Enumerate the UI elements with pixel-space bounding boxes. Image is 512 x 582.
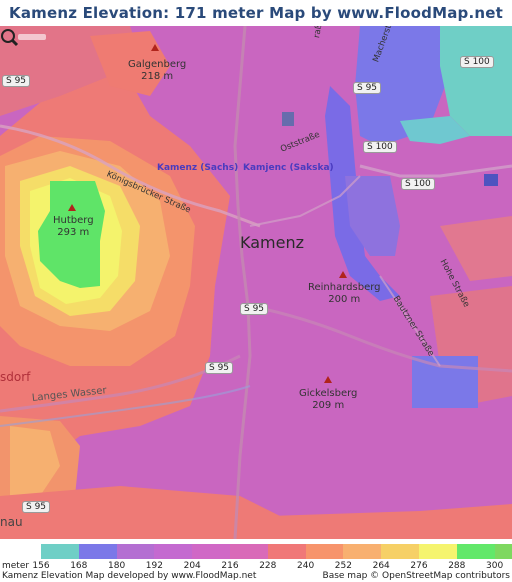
legend-tick: 288 [448, 561, 466, 571]
road-shield: S 95 [22, 501, 51, 513]
place-elevation: 209 m [312, 400, 345, 411]
legend-swatch [116, 544, 155, 559]
legend-tick: 240 [297, 561, 315, 571]
legend-tick: 300 [486, 561, 504, 571]
road-shield: S 95 [353, 82, 382, 94]
legend: meter 156 168 180 192 204 216 228 240 252 264 276 2… [0, 539, 512, 582]
legend-swatch [41, 544, 79, 559]
legend-swatch [381, 544, 419, 559]
road-shield: S 95 [2, 75, 31, 87]
legend-tick: 276 [410, 561, 428, 571]
legend-tick: 168 [70, 561, 88, 571]
road-shield: S 100 [460, 56, 494, 68]
peak-icon [68, 204, 76, 211]
legend-tick: 228 [259, 561, 277, 571]
legend-unit: meter [2, 561, 30, 571]
place-reinhardsberg: Reinhardsberg 200 m [308, 282, 381, 306]
place-hutberg: Hutberg 293 m [53, 215, 94, 239]
legend-swatch [229, 544, 268, 559]
credits: Kamenz Elevation Map developed by www.Fl… [0, 571, 512, 582]
legend-tick: 156 [32, 561, 50, 571]
road-shield: S 95 [240, 303, 269, 315]
legend-swatch [418, 544, 457, 559]
legend-tick: 192 [145, 561, 163, 571]
credit-left: Kamenz Elevation Map developed by www.Fl… [2, 571, 257, 581]
station-label: Kamenz (Sachs) [157, 163, 239, 173]
legend-swatches [41, 544, 512, 559]
legend-swatch [343, 544, 382, 559]
legend-tick: 180 [108, 561, 126, 571]
place-gickelsberg: Gickelsberg 209 m [299, 388, 357, 412]
place-label: nau [0, 515, 23, 529]
openstreetmap-logo-icon [1, 29, 46, 47]
road-shield: S 100 [401, 178, 435, 190]
place-name: Reinhardsberg [308, 282, 381, 293]
legend-tick: 204 [183, 561, 201, 571]
legend-swatch [267, 544, 306, 559]
station-label: Kamjenc (Sakska) [243, 163, 334, 173]
credit-right: Base map © OpenStreetMap contributors [322, 571, 510, 581]
elevation-map[interactable]: Galgenberg 218 m Hutberg 293 m Reinhards… [0, 26, 512, 539]
legend-swatch [456, 544, 495, 559]
legend-swatch [192, 544, 230, 559]
place-galgenberg: Galgenberg 218 m [128, 59, 186, 83]
legend-swatch [78, 544, 117, 559]
road-shield: S 100 [363, 141, 397, 153]
legend-tick: 216 [221, 561, 239, 571]
peak-icon [324, 376, 332, 383]
peak-icon [151, 44, 159, 51]
legend-swatch [494, 544, 512, 559]
road-shield: S 95 [205, 362, 234, 374]
legend-swatch [154, 544, 193, 559]
map-header: Kamenz Elevation: 171 meter Map by www.F… [0, 0, 512, 48]
legend-tick: 252 [334, 561, 352, 571]
legend-swatch [305, 544, 344, 559]
peak-icon [339, 271, 347, 278]
town-label: Kamenz [240, 233, 304, 252]
elevation-layer [0, 26, 512, 539]
place-label: sdorf [0, 370, 31, 384]
place-elevation: 200 m [328, 294, 361, 305]
place-name: Hutberg [53, 215, 94, 226]
place-elevation: 293 m [57, 227, 90, 238]
place-name: Gickelsberg [299, 388, 358, 399]
place-name: Galgenberg [128, 59, 187, 70]
legend-tick: 264 [372, 561, 390, 571]
place-elevation: 218 m [141, 71, 174, 82]
